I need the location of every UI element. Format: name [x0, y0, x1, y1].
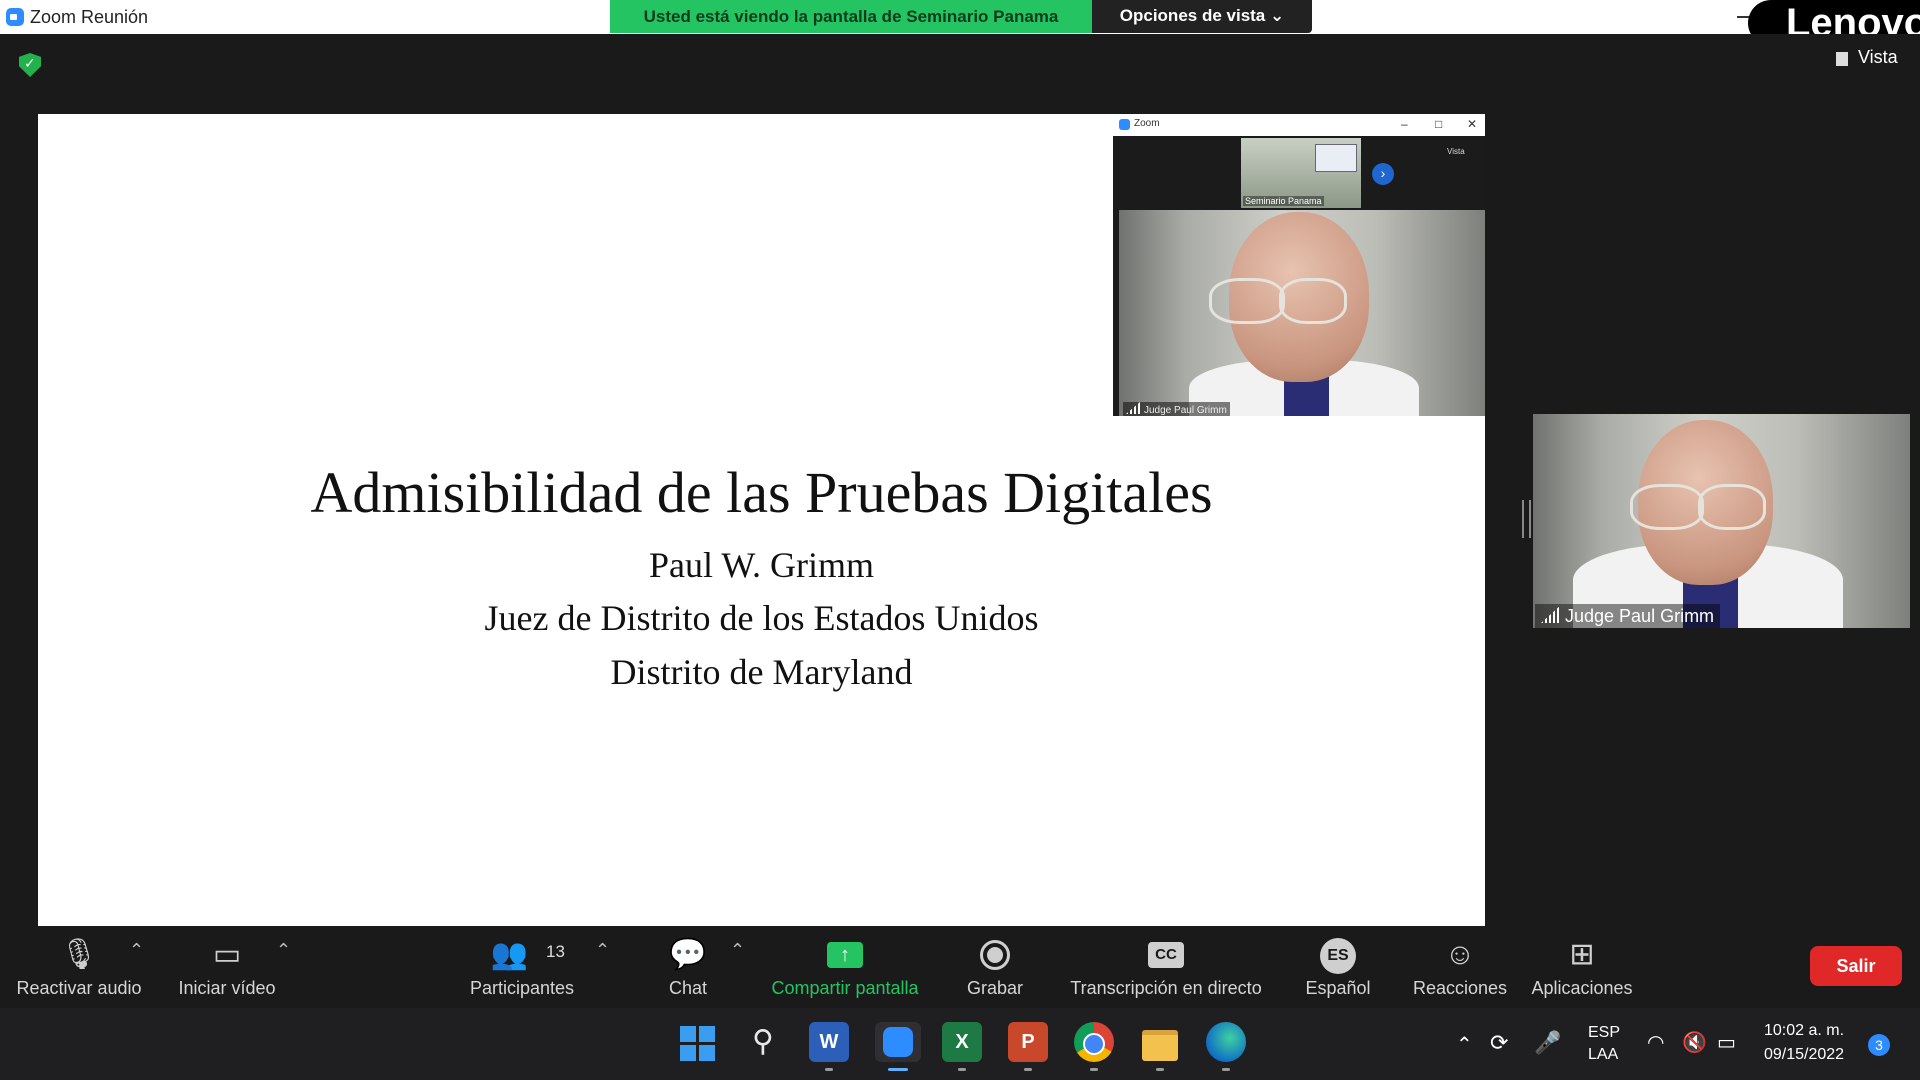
cc-icon: CC	[1148, 942, 1184, 968]
excel-icon[interactable]: X	[942, 1022, 982, 1062]
chevron-right-icon: ›	[1372, 163, 1394, 185]
record-label: Grabar	[966, 978, 1024, 998]
live-transcript-label: Transcripción en directo	[1070, 978, 1262, 998]
powerpoint-running-indicator	[1024, 1068, 1032, 1071]
start-video-label: Iniciar vídeo	[178, 978, 276, 998]
clock-date[interactable]: 09/15/2022	[1764, 1046, 1844, 1064]
start-video-button[interactable]: ▭ Iniciar vídeo	[160, 928, 294, 1008]
clock-time[interactable]: 10:02 a. m.	[1764, 1022, 1844, 1040]
live-transcript-button[interactable]: CC Transcripción en directo	[1060, 928, 1272, 1008]
glasses	[1630, 484, 1704, 530]
file-explorer-icon[interactable]	[1140, 1022, 1180, 1062]
participant-video-tile[interactable]: Judge Paul Grimm	[1533, 414, 1910, 628]
window-title: Zoom Reunión	[30, 7, 149, 27]
apps-button[interactable]: ⊞ Aplicaciones	[1526, 928, 1638, 1008]
zoom-app-icon	[6, 8, 24, 26]
slide-author: Paul W. Grimm	[648, 545, 875, 585]
participant-name: Judge Paul Grimm	[1565, 606, 1715, 626]
glasses	[1698, 484, 1766, 530]
battery-icon[interactable]: ▭	[1717, 1030, 1736, 1055]
video-off-icon: ▭	[212, 938, 242, 971]
notification-badge[interactable]: 3	[1868, 1034, 1890, 1056]
inner-minimize-icon: –	[1401, 117, 1408, 131]
edge-icon[interactable]	[1206, 1022, 1246, 1062]
powerpoint-icon[interactable]: P	[1008, 1022, 1048, 1062]
slide-title: Admisibilidad de las Pruebas Digitales	[310, 460, 1213, 525]
windows-start-icon[interactable]	[676, 1022, 716, 1062]
video-options-caret-icon[interactable]: ⌃	[276, 940, 291, 961]
participants-caret-icon[interactable]: ⌃	[595, 940, 610, 961]
inner-title-bar	[1113, 114, 1485, 136]
inner-close-icon: ✕	[1467, 117, 1478, 131]
sync-icon[interactable]: ⟳	[1490, 1030, 1508, 1056]
record-button[interactable]: Grabar	[950, 928, 1040, 1008]
signal-icon	[1541, 605, 1561, 623]
inner-video-name: Judge Paul Grimm	[1144, 405, 1227, 416]
inner-view-label: Vista	[1447, 147, 1465, 156]
input-language-bottom[interactable]: LAA	[1588, 1046, 1618, 1064]
edge-running-indicator	[1222, 1068, 1230, 1071]
search-icon[interactable]: ⚲	[743, 1022, 783, 1062]
excel-running-indicator	[958, 1068, 966, 1071]
apps-icon: ⊞	[1569, 938, 1595, 971]
speaker-muted-icon[interactable]: 🔇	[1682, 1030, 1707, 1055]
input-language-top[interactable]: ESP	[1588, 1024, 1620, 1042]
inner-speaker-video: Judge Paul Grimm	[1119, 210, 1485, 416]
participants-icon: 👥	[490, 938, 529, 971]
language-icon: ES	[1320, 938, 1356, 974]
unmute-audio-label: Reactivar audio	[16, 978, 142, 998]
inner-window-title: Zoom	[1134, 118, 1160, 129]
wifi-icon[interactable]: ◠	[1647, 1030, 1664, 1055]
zoom-running-indicator	[888, 1068, 908, 1071]
resize-handle[interactable]	[1522, 500, 1531, 538]
participants-count: 13	[546, 942, 565, 961]
inner-maximize-icon: □	[1435, 117, 1443, 131]
inner-thumbnail: Seminario Panama	[1241, 138, 1361, 208]
chrome-running-indicator	[1090, 1068, 1098, 1071]
participants-label: Participantes	[469, 978, 575, 998]
inner-zoom-icon	[1119, 119, 1130, 130]
glasses	[1209, 278, 1285, 324]
view-button[interactable]: Vista	[1858, 47, 1898, 68]
participants-button[interactable]: 👥 13 Participantes	[460, 928, 584, 1008]
language-button[interactable]: ES Español	[1290, 928, 1386, 1008]
share-screen-button[interactable]: ↑ Compartir pantalla	[760, 928, 930, 1008]
word-running-indicator	[825, 1068, 833, 1071]
glasses	[1279, 278, 1347, 324]
participant-name-label: Judge Paul Grimm	[1535, 604, 1721, 628]
audio-options-caret-icon[interactable]: ⌃	[129, 940, 144, 961]
inner-video-label: Judge Paul Grimm	[1123, 402, 1230, 416]
word-icon[interactable]: W	[809, 1022, 849, 1062]
slide-district: Distrito de Maryland	[610, 652, 913, 692]
slide-position: Juez de Distrito de los Estados Unidos	[484, 598, 1039, 638]
chat-caret-icon[interactable]: ⌃	[730, 940, 745, 961]
reactions-button[interactable]: ☺ Reacciones	[1402, 928, 1518, 1008]
chat-label: Chat	[668, 978, 708, 998]
language-label: Español	[1305, 978, 1371, 998]
signal-icon	[1126, 402, 1140, 414]
shared-zoom-window: Zoom – □ ✕ Seminario Panama › Vista Judg…	[1113, 114, 1485, 416]
leave-button[interactable]: Salir	[1810, 946, 1902, 986]
reactions-label: Reacciones	[1412, 978, 1508, 998]
projector-screen	[1315, 144, 1357, 172]
view-icon[interactable]	[1836, 52, 1848, 66]
microphone-icon[interactable]: 🎤	[1534, 1030, 1561, 1056]
zoom-icon[interactable]	[875, 1022, 921, 1062]
tray-overflow-chevron-icon[interactable]: ⌃	[1456, 1032, 1473, 1057]
record-icon	[980, 940, 1010, 970]
mic-muted-icon: 🎙	[59, 938, 99, 971]
reactions-icon: ☺	[1444, 938, 1476, 971]
meeting-toolbar: 🎙 Reactivar audio ⌃ ▭ Iniciar vídeo ⌃ 👥 …	[0, 928, 1920, 1008]
screen-share-banner: Usted está viendo la pantalla de Seminar…	[610, 0, 1092, 33]
inner-thumbnail-label: Seminario Panama	[1243, 196, 1324, 206]
view-options-button[interactable]: Opciones de vista ⌄	[1092, 0, 1312, 33]
share-screen-icon: ↑	[827, 942, 863, 968]
chrome-icon[interactable]	[1074, 1022, 1114, 1062]
chat-icon: 💬	[669, 938, 707, 971]
apps-label: Aplicaciones	[1531, 978, 1633, 998]
chat-button[interactable]: 💬 Chat	[640, 928, 736, 1008]
share-screen-label: Compartir pantalla	[771, 978, 919, 998]
explorer-running-indicator	[1156, 1068, 1164, 1071]
